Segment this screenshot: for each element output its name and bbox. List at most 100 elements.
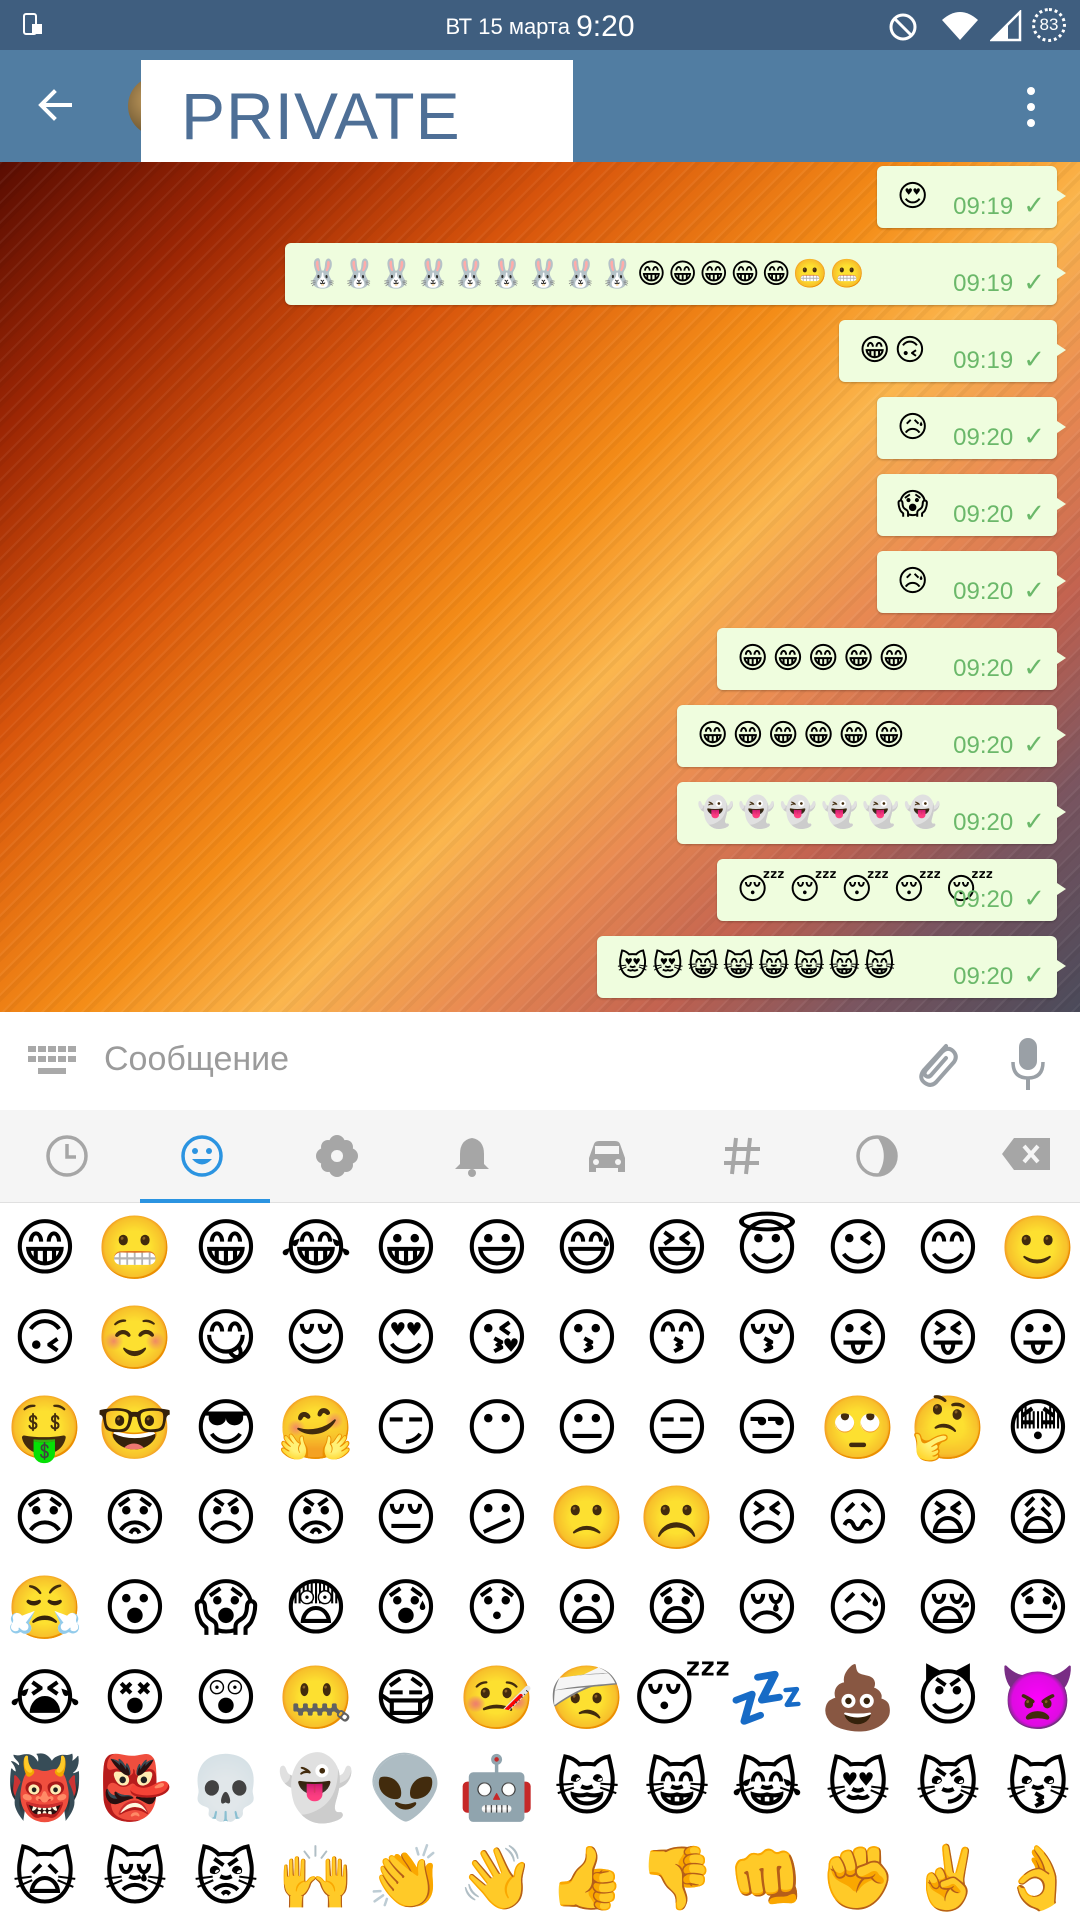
- emoji-cell[interactable]: 😍: [361, 1293, 451, 1383]
- emoji-cell[interactable]: 👎: [632, 1833, 722, 1923]
- emoji-cell[interactable]: 😟: [90, 1473, 180, 1563]
- emoji-cell[interactable]: 😾: [181, 1833, 271, 1923]
- emoji-cell[interactable]: 😋: [181, 1293, 271, 1383]
- message-bubble[interactable]: 👻👻👻👻👻👻 09:20 ✓: [677, 782, 1066, 844]
- message-bubble[interactable]: 😁🙃 09:19 ✓: [839, 320, 1066, 382]
- emoji-cell[interactable]: 🙁: [542, 1473, 632, 1563]
- keyboard-icon[interactable]: [26, 1044, 78, 1078]
- emoji-cell[interactable]: ☺️: [90, 1293, 180, 1383]
- emoji-cell[interactable]: 🙃: [0, 1293, 90, 1383]
- emoji-cell[interactable]: 😪: [903, 1563, 993, 1653]
- microphone-icon[interactable]: [1010, 1036, 1046, 1092]
- emoji-cell[interactable]: 😎: [181, 1383, 271, 1473]
- emoji-cell[interactable]: 😛: [993, 1293, 1080, 1383]
- emoji-cell[interactable]: 😏: [361, 1383, 451, 1473]
- emoji-cell[interactable]: 😞: [0, 1473, 90, 1563]
- message-bubble[interactable]: 😁😁😁😁😁 09:20 ✓: [717, 628, 1066, 690]
- emoji-cell[interactable]: 😁: [0, 1203, 90, 1293]
- emoji-cell[interactable]: 💀: [181, 1743, 271, 1833]
- emoji-cell[interactable]: 😅: [542, 1203, 632, 1293]
- emoji-cell[interactable]: 😽: [993, 1743, 1080, 1833]
- emoji-cell[interactable]: 😀: [361, 1203, 451, 1293]
- message-bubble[interactable]: 😍 09:19 ✓: [877, 166, 1066, 228]
- emoji-cell[interactable]: 😠: [181, 1473, 271, 1563]
- emoji-cell[interactable]: 👽: [361, 1743, 451, 1833]
- emoji-cell[interactable]: 😧: [632, 1563, 722, 1653]
- message-bubble[interactable]: 😥 09:20 ✓: [877, 551, 1066, 613]
- emoji-cell[interactable]: 👹: [0, 1743, 90, 1833]
- emoji-cell[interactable]: 😼: [903, 1743, 993, 1833]
- emoji-cell[interactable]: ✌️: [903, 1833, 993, 1923]
- tab-symbols[interactable]: [675, 1110, 810, 1202]
- message-bubble[interactable]: 😻😻😸😸😸😸😸😸 09:20 ✓: [597, 936, 1066, 998]
- emoji-cell[interactable]: 😈: [903, 1653, 993, 1743]
- emoji-cell[interactable]: 😮: [90, 1563, 180, 1653]
- message-bubble[interactable]: 😥 09:20 ✓: [877, 397, 1066, 459]
- emoji-cell[interactable]: 👌: [993, 1833, 1080, 1923]
- emoji-cell[interactable]: ☹️: [632, 1473, 722, 1563]
- tab-objects[interactable]: [405, 1110, 540, 1202]
- emoji-cell[interactable]: 🙀: [0, 1833, 90, 1923]
- message-bubble[interactable]: 😁😁😁😁😁😁 09:20 ✓: [677, 705, 1066, 767]
- emoji-cell[interactable]: 😬: [90, 1203, 180, 1293]
- emoji-cell[interactable]: 🤖: [452, 1743, 542, 1833]
- tab-recent[interactable]: [0, 1110, 135, 1202]
- back-arrow-icon[interactable]: [30, 80, 80, 130]
- emoji-cell[interactable]: 😰: [361, 1563, 451, 1653]
- emoji-cell[interactable]: 😹: [722, 1743, 812, 1833]
- emoji-cell[interactable]: 👋: [452, 1833, 542, 1923]
- emoji-cell[interactable]: 😳: [993, 1383, 1080, 1473]
- emoji-cell[interactable]: 👏: [361, 1833, 451, 1923]
- emoji-cell[interactable]: 🤑: [0, 1383, 90, 1473]
- message-input[interactable]: Сообщение: [104, 1040, 289, 1079]
- emoji-cell[interactable]: 😉: [813, 1203, 903, 1293]
- message-bubble[interactable]: 🐰🐰🐰🐰🐰🐰🐰🐰🐰😁😁😁😁😁😬😬 09:19 ✓: [285, 243, 1066, 305]
- emoji-cell[interactable]: 😺: [542, 1743, 632, 1833]
- emoji-cell[interactable]: 😢: [722, 1563, 812, 1653]
- emoji-cell[interactable]: 🙄: [813, 1383, 903, 1473]
- emoji-cell[interactable]: 😊: [903, 1203, 993, 1293]
- emoji-cell[interactable]: 💤: [722, 1653, 812, 1743]
- emoji-cell[interactable]: 😑: [632, 1383, 722, 1473]
- tab-smileys[interactable]: [135, 1110, 270, 1203]
- emoji-cell[interactable]: 👿: [993, 1653, 1080, 1743]
- emoji-cell[interactable]: 🤓: [90, 1383, 180, 1473]
- emoji-cell[interactable]: 🤗: [271, 1383, 361, 1473]
- emoji-cell[interactable]: 👊: [722, 1833, 812, 1923]
- emoji-cell[interactable]: 🙂: [993, 1203, 1080, 1293]
- emoji-cell[interactable]: 😇: [722, 1203, 812, 1293]
- backspace-button[interactable]: [945, 1110, 1080, 1202]
- emoji-cell[interactable]: ✊: [813, 1833, 903, 1923]
- chat-title-box[interactable]: PRIVATE: [141, 60, 573, 162]
- message-bubble[interactable]: 😱 09:20 ✓: [877, 474, 1066, 536]
- emoji-cell[interactable]: 😔: [361, 1473, 451, 1563]
- emoji-cell[interactable]: 😖: [813, 1473, 903, 1563]
- tab-flags[interactable]: [810, 1110, 945, 1202]
- emoji-cell[interactable]: 😃: [452, 1203, 542, 1293]
- emoji-cell[interactable]: 😤: [0, 1563, 90, 1653]
- emoji-cell[interactable]: 😷: [361, 1653, 451, 1743]
- emoji-cell[interactable]: 🤒: [452, 1653, 542, 1743]
- emoji-cell[interactable]: 😆: [632, 1203, 722, 1293]
- tab-nature[interactable]: [270, 1110, 405, 1202]
- emoji-cell[interactable]: 👍: [542, 1833, 632, 1923]
- emoji-cell[interactable]: 😿: [90, 1833, 180, 1923]
- emoji-cell[interactable]: 😲: [181, 1653, 271, 1743]
- emoji-cell[interactable]: 😩: [993, 1473, 1080, 1563]
- message-bubble[interactable]: 😴😴😴😴😴 09:20 ✓: [717, 859, 1066, 921]
- emoji-cell[interactable]: 🤕: [542, 1653, 632, 1743]
- more-options-icon[interactable]: [1016, 84, 1046, 130]
- chat-messages-area[interactable]: 😍 09:19 ✓ 🐰🐰🐰🐰🐰🐰🐰🐰🐰😁😁😁😁😁😬😬 09:19 ✓ 😁🙃 09:1…: [0, 162, 1080, 1012]
- emoji-cell[interactable]: 😯: [452, 1563, 542, 1653]
- emoji-cell[interactable]: 😗: [542, 1293, 632, 1383]
- emoji-cell[interactable]: 😒: [722, 1383, 812, 1473]
- emoji-cell[interactable]: 😵: [90, 1653, 180, 1743]
- emoji-cell[interactable]: 💩: [813, 1653, 903, 1743]
- emoji-cell[interactable]: 😣: [722, 1473, 812, 1563]
- emoji-cell[interactable]: 🤐: [271, 1653, 361, 1743]
- emoji-cell[interactable]: 👻: [271, 1743, 361, 1833]
- emoji-cell[interactable]: 😙: [632, 1293, 722, 1383]
- emoji-cell[interactable]: 😁: [181, 1203, 271, 1293]
- emoji-cell[interactable]: 😱: [181, 1563, 271, 1653]
- emoji-cell[interactable]: 😕: [452, 1473, 542, 1563]
